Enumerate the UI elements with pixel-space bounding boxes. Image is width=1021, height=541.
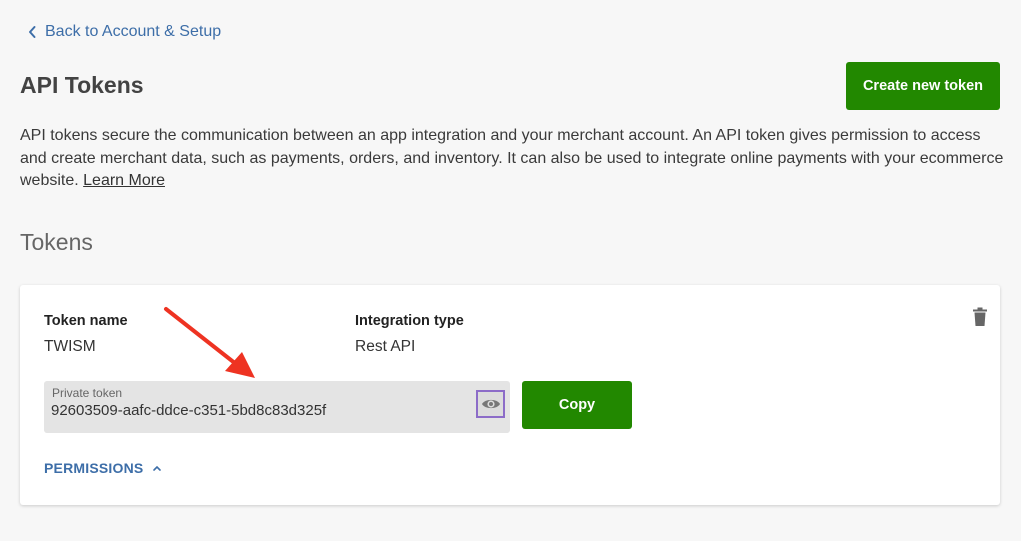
eye-icon (481, 399, 500, 409)
integration-type-label: Integration type (355, 313, 464, 329)
back-link-label: Back to Account & Setup (45, 23, 222, 40)
private-token-label: Private token (52, 386, 123, 400)
tokens-section-title: Tokens (20, 229, 93, 255)
token-card: Token name TWISM Integration type Rest A… (20, 285, 1000, 505)
permissions-label: PERMISSIONS (44, 460, 144, 476)
intro-description: API tokens secure the communication betw… (20, 125, 1005, 193)
integration-type-value: Rest API (355, 338, 416, 355)
token-name-value: TWISM (44, 338, 96, 355)
back-link[interactable]: Back to Account & Setup (27, 23, 221, 41)
permissions-toggle[interactable]: PERMISSIONS (44, 460, 162, 476)
private-token-input[interactable] (51, 402, 461, 419)
reveal-token-button[interactable] (476, 390, 505, 418)
chevron-left-icon (29, 26, 36, 38)
copy-token-button[interactable]: Copy (522, 381, 632, 429)
private-token-field: Private token (44, 381, 510, 433)
learn-more-link[interactable]: Learn More (83, 172, 165, 189)
intro-text: API tokens secure the communication betw… (20, 127, 1004, 189)
create-new-token-button[interactable]: Create new token (846, 62, 1000, 110)
page-title: API Tokens (20, 72, 144, 98)
trash-icon[interactable] (972, 307, 988, 327)
chevron-up-icon (153, 465, 162, 471)
token-name-label: Token name (44, 313, 128, 329)
